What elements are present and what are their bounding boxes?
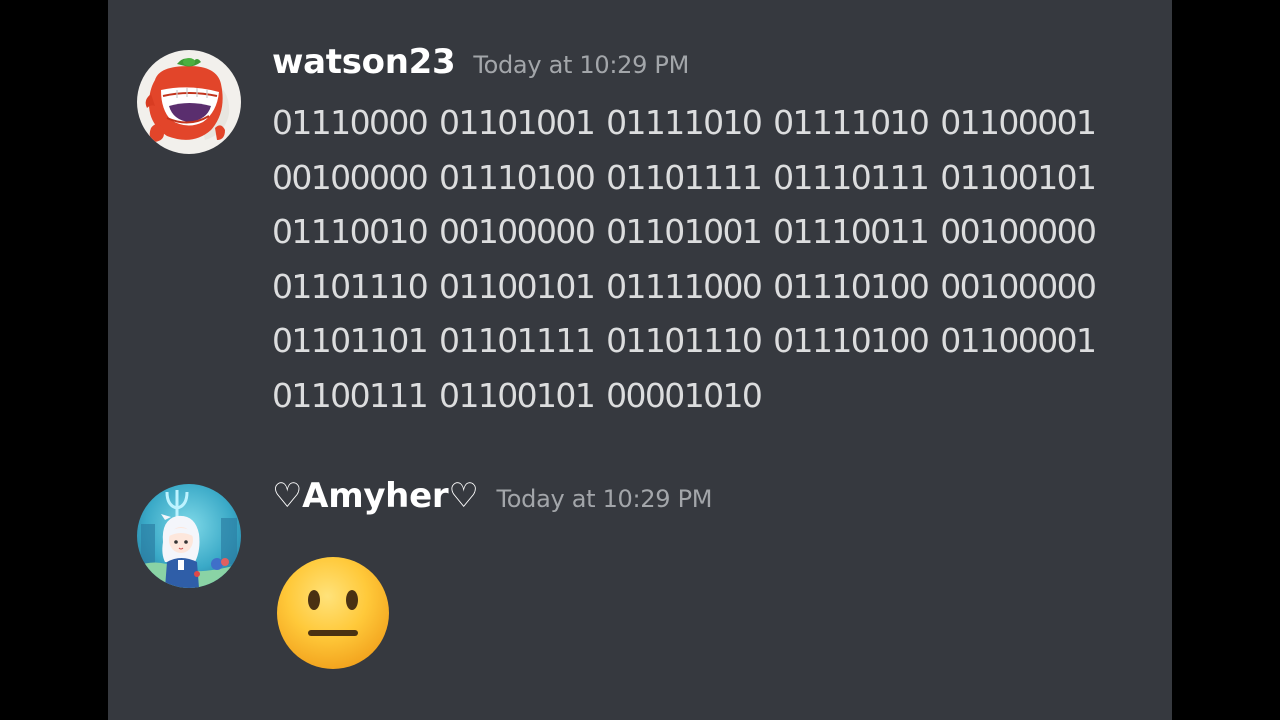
timestamp: Today at 10:29 PM — [496, 485, 713, 513]
message-line: 01110000 01101001 01111010 01111010 0110… — [272, 103, 1097, 142]
message-line: 01101101 01101111 01101110 01110100 0110… — [272, 321, 1097, 360]
username[interactable]: watson23 — [272, 42, 456, 82]
shark-girl-avatar-icon — [137, 484, 241, 588]
message-line: 00100000 01110100 01101111 01110111 0110… — [272, 157, 1097, 197]
message-header: watson23 Today at 10:29 PM — [272, 42, 689, 82]
message-line: 01110010 00100000 01101001 01110011 0010… — [272, 212, 1097, 251]
avatar[interactable] — [137, 50, 241, 154]
message-line: 01101110 01100101 01111000 01110100 0010… — [272, 266, 1097, 306]
avatar[interactable] — [137, 484, 241, 588]
timestamp: Today at 10:29 PM — [473, 51, 689, 79]
message-line: 01100111 01100101 00001010 — [272, 375, 763, 415]
neutral-face-emoji-icon — [274, 554, 392, 672]
chat-panel: watson23 Today at 10:29 PM 01110000 01101… — [108, 0, 1172, 720]
username[interactable]: ♡Amyher♡ — [272, 476, 479, 516]
tomato-face-avatar-icon — [137, 50, 241, 154]
message-header: ♡Amyher♡ Today at 10:29 PM — [272, 476, 712, 516]
message-content: 01110000 01101001 01111010 01111010 0110… — [272, 96, 1152, 423]
